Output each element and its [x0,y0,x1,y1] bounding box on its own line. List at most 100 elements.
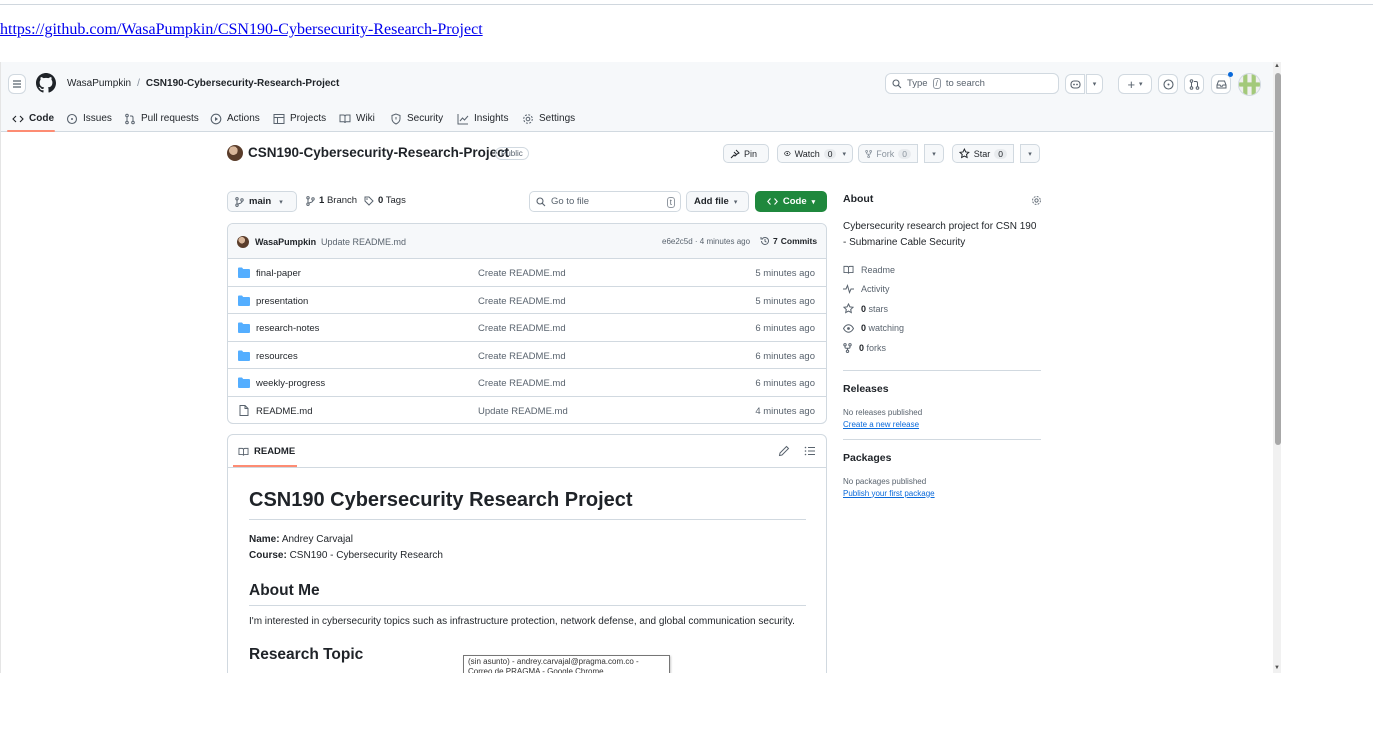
commit-author[interactable]: WasaPumpkin [255,237,316,247]
tab-insights-label: Insights [474,113,509,124]
code-button[interactable]: Code ▾ [755,191,827,212]
commit-message[interactable]: Update README.md [321,237,406,247]
file-row[interactable]: research-notes Create README.md 6 minute… [228,314,826,342]
pull-requests-button[interactable] [1184,74,1204,94]
latest-commit-bar: WasaPumpkin Update README.md e6e2c5d · 4… [228,224,826,259]
releases-title[interactable]: Releases [843,383,1041,395]
breadcrumb-owner[interactable]: WasaPumpkin [67,78,131,89]
packages-empty-text: No packages published [843,476,927,486]
file-row[interactable]: README.md Update README.md 4 minutes ago [228,397,826,424]
star-count: 0 [994,148,1007,159]
copilot-icon [1069,80,1081,89]
file-age: 6 minutes ago [755,378,815,389]
tab-settings[interactable]: Settings [522,105,575,132]
tab-projects-label: Projects [290,113,327,124]
file-commit-message[interactable]: Create README.md [478,323,566,334]
file-name[interactable]: weekly-progress [256,378,325,389]
go-to-file-input[interactable]: Go to file t [529,191,681,212]
repo-title[interactable]: CSN190-Cybersecurity-Research-Project [248,145,509,160]
publish-package-link[interactable]: Publish your first package [843,489,1041,498]
commit-meta[interactable]: e6e2c5d · 4 minutes ago [662,237,750,246]
scroll-up-arrow-icon[interactable]: ▲ [1274,63,1280,69]
file-commit-message[interactable]: Create README.md [478,268,566,279]
create-release-link[interactable]: Create a new release [843,420,1041,429]
tab-wiki[interactable]: Wiki [339,105,375,132]
readme-tab[interactable]: README [238,446,295,457]
branch-count: 1 [319,195,325,206]
file-name[interactable]: README.md [256,406,312,417]
hamburger-menu-button[interactable] [8,74,26,94]
folder-icon [238,295,250,306]
file-name[interactable]: final-paper [256,268,301,279]
file-commit-message[interactable]: Update README.md [478,406,568,417]
about-title: About [843,193,874,205]
list-icon[interactable] [804,445,816,457]
file-row[interactable]: weekly-progress Create README.md 6 minut… [228,369,826,397]
tag-icon [364,196,374,206]
branches-link[interactable]: 1 Branch [306,195,357,206]
branch-icon [306,195,315,206]
forks-link[interactable]: 0 forks [843,338,1041,358]
search-icon [892,78,902,88]
divider [843,438,1041,440]
file-row[interactable]: presentation Create README.md 5 minutes … [228,287,826,314]
watch-button[interactable]: Watch 0 ▾ [777,144,853,163]
readme-link-label: Readme [861,264,896,275]
readme-link[interactable]: Readme [843,260,1041,280]
add-file-button[interactable]: Add file ▾ [686,191,749,212]
star-button[interactable]: Star 0 [952,144,1014,163]
readme-title: CSN190 Cybersecurity Research Project [249,468,806,520]
tab-issues-label: Issues [83,113,112,124]
tag-count: 0 [378,195,384,206]
file-commit-message[interactable]: Create README.md [478,296,566,307]
commit-author-avatar[interactable] [237,236,249,248]
file-name[interactable]: presentation [256,296,308,307]
tab-issues[interactable]: Issues [66,105,112,132]
gear-icon[interactable] [1031,195,1042,206]
watching-link[interactable]: 0 watching [843,319,1041,339]
copilot-button[interactable] [1065,74,1085,94]
commits-history-link[interactable]: 7 Commits [760,236,817,246]
file-name[interactable]: resources [256,351,298,362]
file-row[interactable]: resources Create README.md 6 minutes ago [228,342,826,369]
pin-button[interactable]: Pin [723,144,769,163]
stars-link[interactable]: 0 stars [843,299,1041,319]
star-dropdown-button[interactable]: ▾ [1020,144,1040,163]
create-new-button[interactable]: + ▾ [1118,74,1152,94]
inbox-button[interactable] [1211,74,1231,94]
page-url-link[interactable]: https://github.com/WasaPumpkin/CSN190-Cy… [0,21,483,39]
tab-pull-requests[interactable]: Pull requests [124,105,199,132]
fork-button[interactable]: Fork 0 [858,144,918,163]
tab-code[interactable]: Code [12,105,54,132]
add-file-label: Add file [694,196,729,207]
scrollbar-thumb[interactable] [1275,73,1281,445]
watching-count: 0 [861,323,867,334]
file-name[interactable]: research-notes [256,323,319,334]
packages-title[interactable]: Packages [843,452,1041,464]
pin-icon [730,149,740,158]
fork-dropdown-button[interactable]: ▾ [924,144,944,163]
issues-button[interactable] [1158,74,1178,94]
pencil-icon[interactable] [778,445,790,457]
owner-avatar[interactable] [227,145,243,161]
breadcrumb-repo[interactable]: CSN190-Cybersecurity-Research-Project [146,78,339,89]
file-commit-message[interactable]: Create README.md [478,351,566,362]
tab-actions[interactable]: Actions [210,105,260,132]
breadcrumb-separator: / [137,78,140,89]
repo-heading: CSN190-Cybersecurity-Research-Project Pu… [227,144,1043,166]
copilot-dropdown-button[interactable]: ▾ [1086,74,1103,94]
activity-link[interactable]: Activity [843,280,1041,300]
tab-security[interactable]: Security [390,105,443,132]
file-commit-message[interactable]: Create README.md [478,378,566,389]
eye-icon [843,324,854,333]
scroll-down-arrow-icon[interactable]: ▼ [1274,665,1280,671]
tags-link[interactable]: 0 Tags [364,195,406,206]
tab-projects[interactable]: Projects [273,105,326,132]
global-search-input[interactable]: Type / to search [885,73,1059,94]
tab-insights[interactable]: Insights [457,105,508,132]
github-logo-icon[interactable] [36,73,56,93]
file-row[interactable]: final-paper Create README.md 5 minutes a… [228,259,826,287]
table-icon [273,113,285,124]
user-avatar[interactable] [1238,73,1261,96]
branch-selector[interactable]: main ▾ [227,191,297,212]
